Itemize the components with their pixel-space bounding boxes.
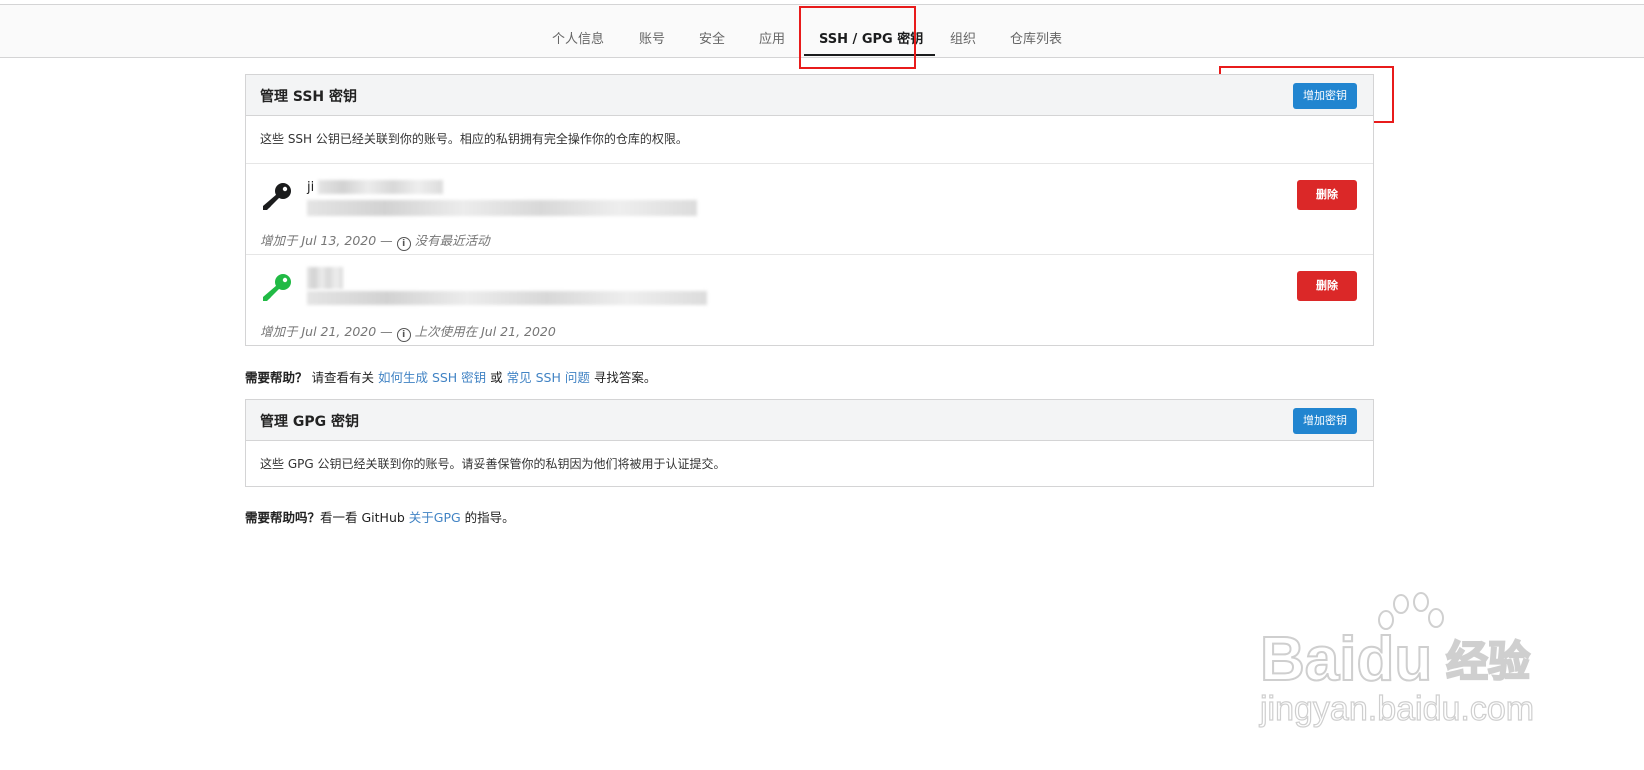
redacted-fingerprint [307, 200, 697, 216]
ssh-panel-title: 管理 SSH 密钥 [260, 89, 358, 105]
gpg-panel-title: 管理 GPG 密钥 [260, 414, 359, 430]
ssh-help-text: 需要帮助？ 请查看有关 如何生成 SSH 密钥 或 常见 SSH 问题 寻找答案… [245, 367, 656, 386]
key-icon [263, 183, 291, 210]
info-icon: i [396, 328, 411, 342]
delete-ssh-key-button[interactable]: 删除 [1297, 271, 1357, 301]
ssh-key-added-date: 增加于 Jul 21, 2020 — [260, 324, 397, 339]
ssh-key-meta: 增加于 Jul 13, 2020 — i 没有最近活动 [260, 230, 490, 251]
watermark-brand: Baidu [1260, 625, 1432, 694]
ssh-keys-panel: 管理 SSH 密钥 增加密钥 这些 SSH 公钥已经关联到你的账号。相应的私钥拥… [245, 74, 1374, 346]
add-gpg-key-button[interactable]: 增加密钥 [1293, 408, 1357, 434]
ssh-key-meta: 增加于 Jul 21, 2020 — i 上次使用在 Jul 21, 2020 [260, 321, 556, 342]
ssh-key-title: ji [307, 180, 315, 195]
tab-profile[interactable]: 个人信息 [552, 28, 604, 47]
tab-account[interactable]: 账号 [639, 28, 665, 47]
ssh-key-added-date: 增加于 Jul 13, 2020 — [260, 233, 397, 248]
ssh-help-text-2: 或 [486, 370, 507, 385]
watermark-url: jingyan.baidu.com [1259, 690, 1534, 728]
ssh-help-text-1: 请查看有关 [307, 370, 378, 385]
baidu-jingyan-watermark: Baidu 经验 jingyan.baidu.com [1258, 592, 1535, 729]
gpg-panel-header: 管理 GPG 密钥 增加密钥 [246, 400, 1373, 441]
info-icon: i [396, 237, 411, 251]
gpg-help-prefix: 需要帮助吗？ [245, 510, 321, 525]
ssh-help-prefix: 需要帮助？ [245, 370, 308, 385]
tab-repositories[interactable]: 仓库列表 [1010, 28, 1062, 47]
ssh-panel-header: 管理 SSH 密钥 增加密钥 [246, 75, 1373, 116]
link-about-gpg[interactable]: 关于GPG [409, 510, 461, 525]
gpg-keys-panel: 管理 GPG 密钥 增加密钥 这些 GPG 公钥已经关联到你的账号。请妥善保管你… [245, 399, 1374, 487]
ssh-description: 这些 SSH 公钥已经关联到你的账号。相应的私钥拥有完全操作你的仓库的权限。 [246, 116, 1373, 164]
link-generate-ssh-key[interactable]: 如何生成 SSH 密钥 [378, 370, 486, 385]
ssh-key-activity: 上次使用在 Jul 21, 2020 [414, 324, 556, 339]
ssh-help-text-3: 寻找答案。 [589, 370, 657, 385]
redacted-key-title [318, 180, 443, 194]
tab-organizations[interactable]: 组织 [950, 28, 976, 47]
tab-security[interactable]: 安全 [699, 28, 725, 47]
gpg-help-text: 需要帮助吗？看一看 GitHub 关于GPG 的指导。 [245, 507, 515, 526]
gpg-help-text-2: 的指导。 [460, 510, 515, 525]
ssh-key-activity: 没有最近活动 [414, 233, 490, 248]
ssh-key-row: ji 增加于 Jul 13, 2020 — i 没有最近活动 删除 [246, 164, 1373, 255]
redacted-fingerprint [307, 291, 707, 305]
delete-ssh-key-button[interactable]: 删除 [1297, 180, 1357, 210]
key-icon [263, 274, 291, 301]
tab-applications[interactable]: 应用 [759, 28, 785, 47]
link-common-ssh-problems[interactable]: 常见 SSH 问题 [507, 370, 590, 385]
ssh-key-row: 增加于 Jul 21, 2020 — i 上次使用在 Jul 21, 2020 删… [246, 255, 1373, 346]
gpg-description: 这些 GPG 公钥已经关联到你的账号。请妥善保管你的私钥因为他们将被用于认证提交… [246, 441, 1373, 486]
gpg-description-text: 这些 GPG 公钥已经关联到你的账号。请妥善保管你的私钥因为他们将被用于认证提交… [260, 457, 726, 471]
watermark-brand-cn: 经验 [1446, 637, 1530, 686]
redacted-key-title [307, 267, 343, 289]
gpg-help-text-1: 看一看 GitHub [320, 510, 409, 525]
ssh-description-text: 这些 SSH 公钥已经关联到你的账号。相应的私钥拥有完全操作你的仓库的权限。 [260, 132, 688, 146]
highlight-box-tab [799, 6, 916, 69]
add-ssh-key-button[interactable]: 增加密钥 [1293, 83, 1357, 109]
